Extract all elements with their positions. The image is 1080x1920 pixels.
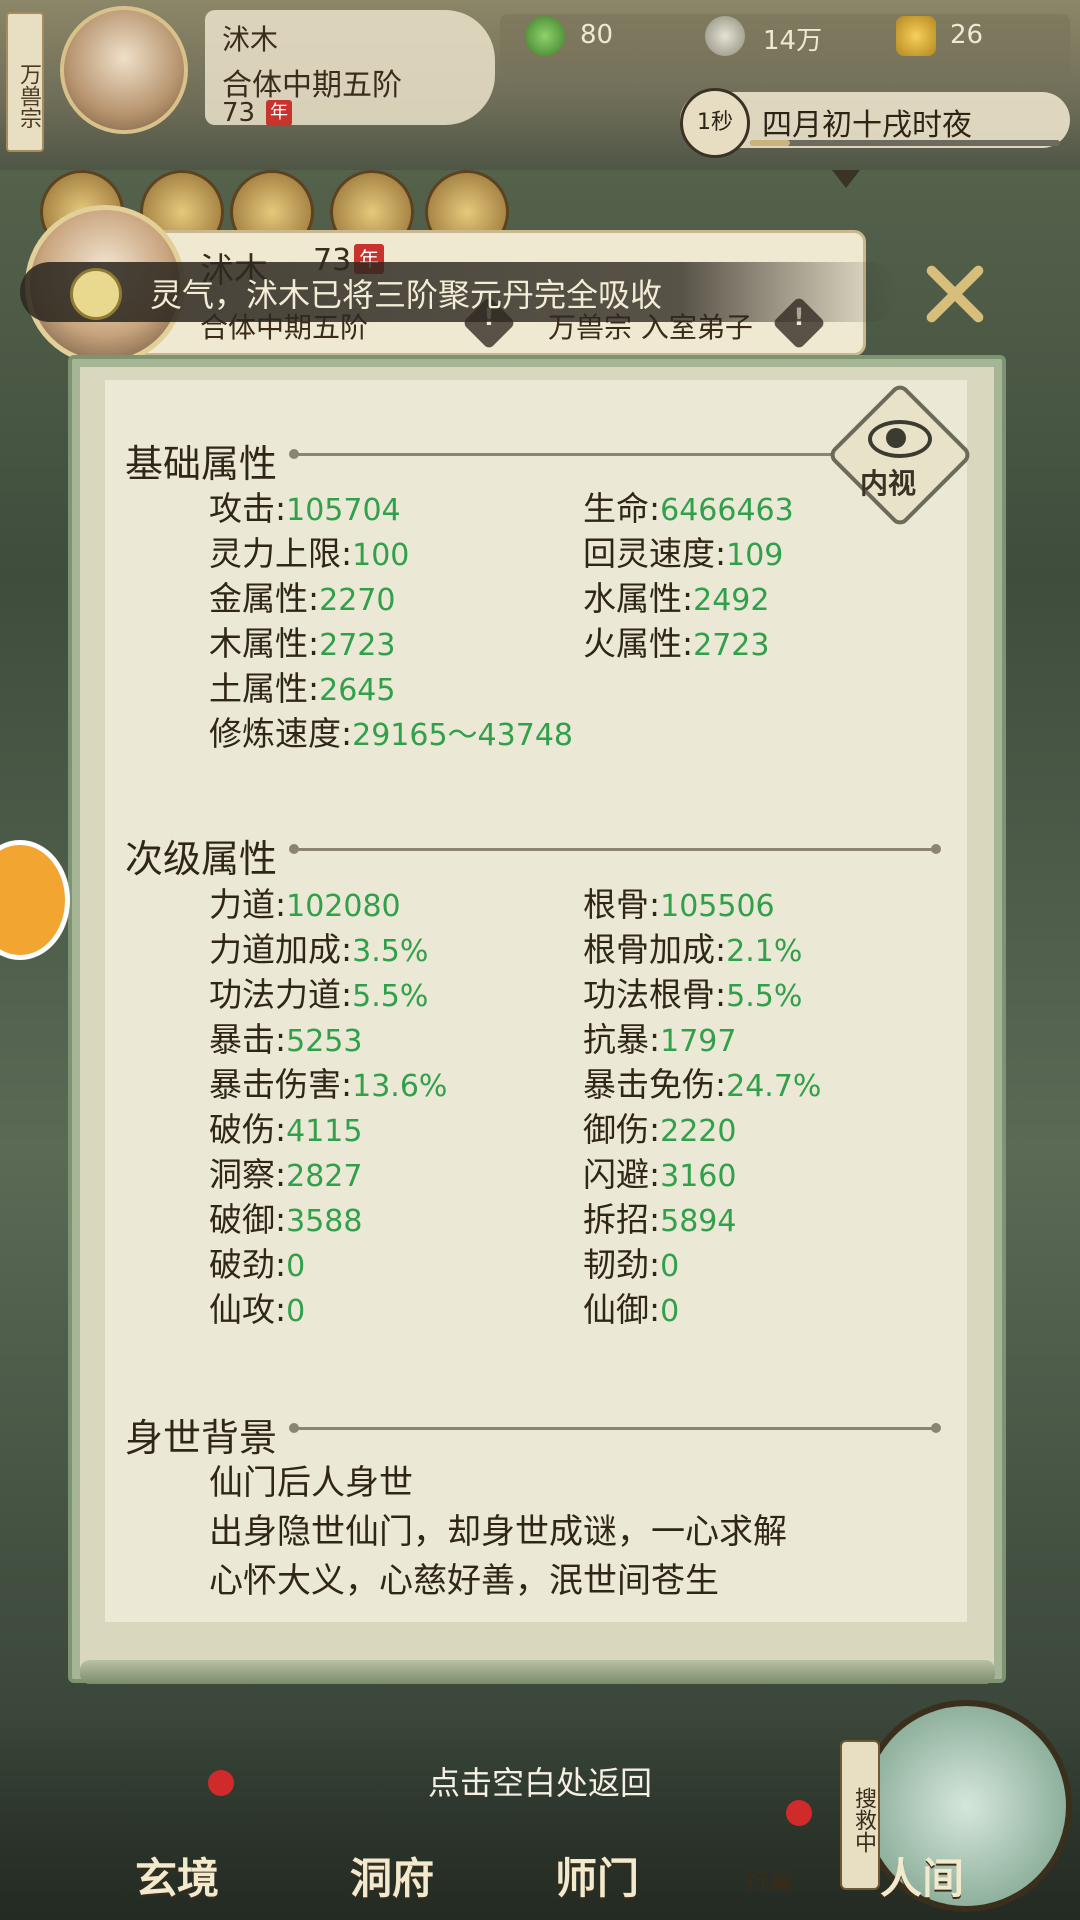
date-text: 四月初十戌时夜 (762, 108, 972, 143)
attr-water: 水属性:2492 (583, 579, 770, 618)
sect-tag[interactable]: 万兽宗 (6, 12, 44, 152)
attribute-scroll-content[interactable]: 基础属性 攻击:105704 生命:6466463 灵力上限:100 回灵速度:… (105, 380, 967, 1622)
inner-view-label: 内视 (860, 467, 917, 500)
attr-metal: 金属性:2270 (209, 579, 396, 618)
nav-shimen[interactable]: 师门 (555, 1845, 639, 1906)
attr-counter: 拆招:5894 (583, 1200, 737, 1239)
time-speed-button[interactable]: 1秒 (680, 88, 750, 158)
attr-constitution: 根骨:105506 (583, 885, 775, 924)
eye-pupil (886, 428, 906, 448)
nav-xingnang[interactable]: 行囊 (745, 1862, 793, 1897)
attr-fire: 火属性:2723 (583, 624, 770, 663)
notification-text: 灵气，沭木已将三阶聚元丹完全吸收 (150, 276, 663, 314)
attr-immortal-defense: 仙御:0 (583, 1290, 680, 1329)
notification-bell-icon (70, 268, 122, 320)
attr-damage-guard: 御伤:2220 (583, 1110, 737, 1149)
player-age: 73 (222, 98, 256, 128)
chevron-down-icon[interactable] (832, 170, 860, 188)
nav-xuanjing[interactable]: 玄境 (135, 1845, 219, 1906)
attr-crit-damage-reduction: 暴击免伤:24.7% (583, 1065, 822, 1104)
section-title-background: 身世背景 (125, 1416, 278, 1460)
scroll-bottom-rod (80, 1660, 995, 1684)
attr-skill-constitution: 功法根骨:5.5% (583, 975, 803, 1014)
coin-icon[interactable] (705, 16, 745, 56)
jade-leaf-icon[interactable] (525, 16, 565, 56)
attr-constitution-bonus: 根骨加成:2.1% (583, 930, 803, 969)
attr-tenacity: 韧劲:0 (583, 1245, 680, 1284)
resource-jade-value: 80 (580, 20, 614, 50)
nav-dongfu[interactable]: 洞府 (350, 1845, 434, 1906)
attr-crit-resist: 抗暴:1797 (583, 1020, 737, 1059)
nav-renjian[interactable]: 人间 (880, 1845, 964, 1906)
attr-hp: 生命:6466463 (583, 489, 794, 528)
attr-earth: 土属性:2645 (209, 669, 396, 708)
resource-gold-value: 26 (950, 20, 984, 50)
attr-break-defense: 破御:3588 (209, 1200, 363, 1239)
notification-dot (208, 1770, 234, 1796)
section-divider (289, 1423, 941, 1433)
age-unit-badge: 年 (266, 100, 292, 126)
attr-crit: 暴击:5253 (209, 1020, 363, 1059)
background-line: 心怀大义，心慈好善，泯世间苍生 (209, 1561, 719, 1601)
attr-crit-damage: 暴击伤害:13.6% (209, 1065, 448, 1104)
attr-insight: 洞察:2827 (209, 1155, 363, 1194)
background-line: 仙门后人身世 (209, 1463, 413, 1503)
search-rescue-tag: 搜救中 (840, 1740, 880, 1890)
attr-immortal-attack: 仙攻:0 (209, 1290, 306, 1329)
notification-dot (786, 1800, 812, 1826)
player-avatar[interactable] (60, 6, 188, 134)
close-icon[interactable] (920, 258, 990, 328)
attr-pierce: 破伤:4115 (209, 1110, 363, 1149)
attr-cultivation-speed: 修炼速度:29165～43748 (209, 714, 573, 753)
gamepad-float-icon[interactable] (0, 840, 70, 960)
player-name: 沭木 (222, 23, 279, 56)
background-line: 出身隐世仙门，却身世成谜，一心求解 (209, 1512, 787, 1552)
attr-dodge: 闪避:3160 (583, 1155, 737, 1194)
attr-mana-regen: 回灵速度:109 (583, 534, 784, 573)
time-progress-track (750, 140, 1060, 146)
resource-coin-value: 14万 (763, 26, 823, 56)
attr-strength-bonus: 力道加成:3.5% (209, 930, 429, 969)
attr-skill-strength: 功法力道:5.5% (209, 975, 429, 1014)
section-divider (289, 844, 941, 854)
section-title-basic: 基础属性 (125, 442, 278, 486)
attr-mana-cap: 灵力上限:100 (209, 534, 410, 573)
attr-wood: 木属性:2723 (209, 624, 396, 663)
section-title-secondary: 次级属性 (125, 837, 278, 881)
attr-strength: 力道:102080 (209, 885, 401, 924)
attr-attack: 攻击:105704 (209, 489, 401, 528)
gold-ingot-icon[interactable] (896, 16, 936, 56)
attr-break-force: 破劲:0 (209, 1245, 306, 1284)
time-progress-fill (750, 140, 790, 146)
